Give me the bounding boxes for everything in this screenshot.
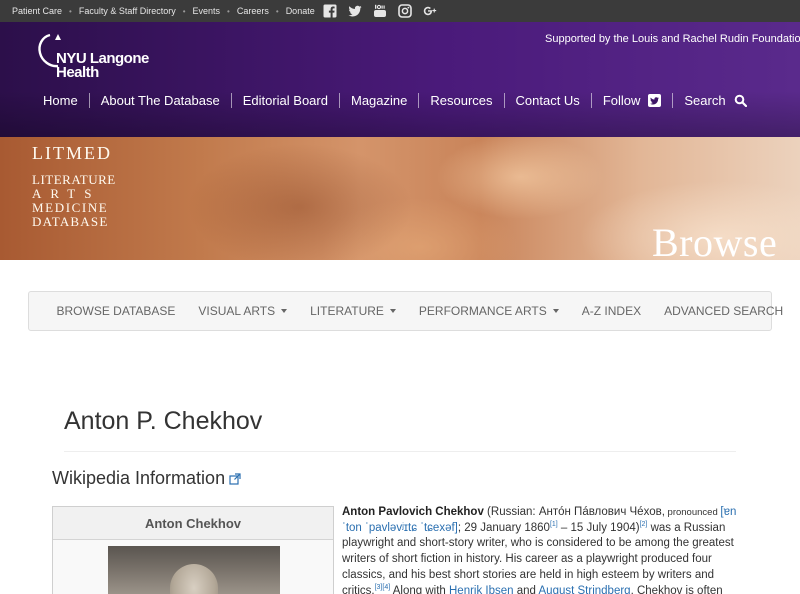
divider xyxy=(64,451,736,452)
caret-down-icon xyxy=(552,309,559,313)
separator: • xyxy=(227,6,230,16)
nav-about[interactable]: About The Database xyxy=(90,92,232,108)
subnav-a-z-index[interactable]: A-Z INDEX xyxy=(570,304,652,318)
subnav-visual-arts-label: VISUAL ARTS xyxy=(198,304,276,318)
site-header: NYU Langone Health Supported by the Loui… xyxy=(0,22,800,137)
litmed-line-medicine: MEDICINE xyxy=(32,200,109,215)
separator: • xyxy=(69,6,72,16)
twitter-icon[interactable] xyxy=(348,4,362,18)
careers-link[interactable]: Careers xyxy=(237,6,269,16)
wikipedia-heading: Wikipedia Information xyxy=(52,468,241,489)
pronounced-label: pronounced xyxy=(664,507,721,518)
supported-by-text: Supported by the Louis and Rachel Rudin … xyxy=(545,33,800,45)
wikipedia-extract: Anton Pavlovich Chekhov (Russian: Антóн … xyxy=(342,505,742,594)
nav-home[interactable]: Home xyxy=(32,92,90,108)
twitter-icon[interactable] xyxy=(648,93,662,107)
subnav-advanced-search[interactable]: ADVANCED SEARCH xyxy=(653,304,795,318)
instagram-icon[interactable] xyxy=(397,4,412,18)
logo-line-2: Health xyxy=(56,64,99,81)
nav-magazine[interactable]: Magazine xyxy=(340,92,420,108)
reference-link[interactable]: [1] xyxy=(550,521,558,528)
subnav-performance-arts[interactable]: PERFORMANCE ARTS xyxy=(407,304,570,318)
nav-editorial-board[interactable]: Editorial Board xyxy=(232,92,340,108)
subnav-literature-label: LITERATURE xyxy=(310,304,384,318)
nav-search[interactable]: Search xyxy=(673,93,757,108)
nav-search-label: Search xyxy=(684,92,726,108)
litmed-title: LITMED xyxy=(32,143,112,163)
wikipedia-infobox: Anton Chekhov xyxy=(52,506,334,594)
social-links xyxy=(323,4,448,18)
caret-down-icon xyxy=(389,309,396,313)
separator: • xyxy=(182,6,186,16)
faculty-directory-link[interactable]: Faculty & Staff Directory xyxy=(79,6,176,16)
events-link[interactable]: Events xyxy=(193,6,221,16)
database-subnav: BROWSE DATABASE VISUAL ARTS LITERATURE P… xyxy=(28,291,783,331)
reference-link[interactable]: [3][4] xyxy=(375,584,391,591)
external-link-icon[interactable] xyxy=(229,472,241,485)
litmed-wordmark[interactable]: LITMED LITERATURE ARTS MEDICINE DATABASE xyxy=(32,143,116,229)
subnav-performance-arts-label: PERFORMANCE ARTS xyxy=(418,304,547,318)
main-nav: Home About The Database Editorial Board … xyxy=(32,90,758,110)
caret-down-icon xyxy=(281,309,288,313)
page-title: Anton P. Chekhov xyxy=(64,407,263,435)
russian-name: (Russian: Антóн Пáвлович Чéхов, xyxy=(483,506,665,518)
search-icon[interactable] xyxy=(734,94,747,107)
nav-follow[interactable]: Follow xyxy=(592,92,674,108)
subnav-browse-database[interactable]: BROWSE DATABASE xyxy=(45,304,187,318)
youtube-icon[interactable] xyxy=(373,4,387,18)
subnav-literature[interactable]: LITERATURE xyxy=(299,304,408,318)
subject-name: Anton Pavlovich Chekhov xyxy=(342,506,484,518)
utility-bar: Patient Care • Faculty & Staff Directory… xyxy=(0,0,800,22)
facebook-icon[interactable] xyxy=(323,4,337,18)
patient-care-link[interactable]: Patient Care xyxy=(12,6,62,16)
birth-date: ; 29 January 1860 xyxy=(457,521,550,534)
august-strindberg-link[interactable]: August Strindberg xyxy=(539,585,631,594)
litmed-line-database: DATABASE xyxy=(32,214,109,229)
article-text: and xyxy=(513,584,539,594)
nav-resources[interactable]: Resources xyxy=(419,92,505,108)
nav-contact[interactable]: Contact Us xyxy=(505,92,592,108)
hero-banner: LITMED LITERATURE ARTS MEDICINE DATABASE… xyxy=(0,137,800,260)
separator: • xyxy=(275,6,279,16)
donate-link[interactable]: Donate xyxy=(286,6,315,16)
wikipedia-heading-label: Wikipedia Information xyxy=(52,468,226,488)
nav-follow-label: Follow xyxy=(602,92,641,108)
section-title: Browse xyxy=(652,220,778,261)
infobox-title: Anton Chekhov xyxy=(53,507,333,540)
death-date: – 15 July 1904) xyxy=(557,521,640,534)
subnav-visual-arts[interactable]: VISUAL ARTS xyxy=(187,304,299,318)
portrait-image[interactable] xyxy=(108,546,280,594)
henrik-ibsen-link[interactable]: Henrik Ibsen xyxy=(449,585,514,594)
google-plus-icon[interactable] xyxy=(423,4,437,18)
litmed-line-arts: ARTS xyxy=(32,186,101,201)
litmed-line-literature: LITERATURE xyxy=(32,172,116,187)
article-text: Along with xyxy=(390,584,449,594)
